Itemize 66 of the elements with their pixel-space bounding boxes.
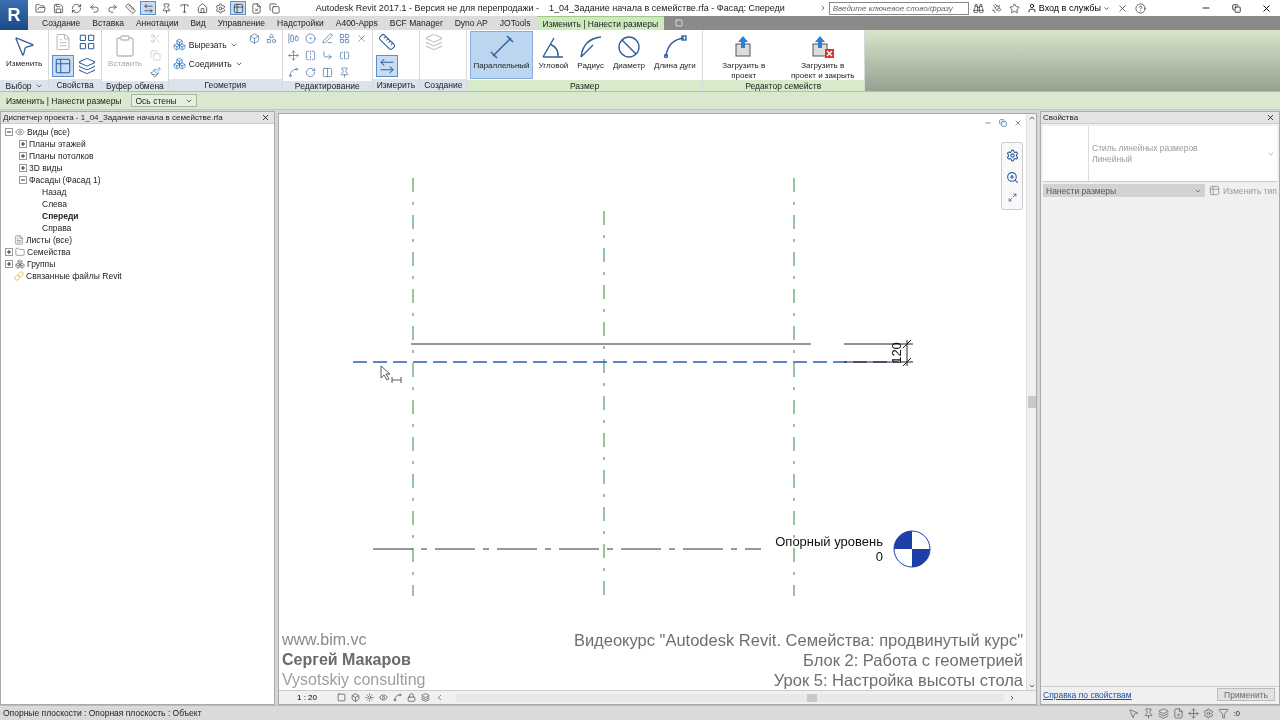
- level-elevation: 0: [875, 549, 883, 564]
- tree-item[interactable]: Спереди: [1, 210, 274, 222]
- ribbon-tab[interactable]: Управление: [211, 16, 272, 30]
- caption-text: Видеокурс "Autodesk Revit. Семейства: продвинутый курс": [573, 630, 1023, 650]
- ribbon-tab[interactable]: Dyno AP: [448, 16, 494, 30]
- type-family: Стиль линейных размеров: [1092, 142, 1199, 154]
- tree-item[interactable]: Планы этажей: [1, 138, 274, 150]
- tree-item[interactable]: Семейства: [1, 246, 274, 258]
- type-name: Линейный: [1092, 153, 1134, 165]
- help-link[interactable]: Справка по свойствам: [1043, 689, 1132, 700]
- window-title: Autodesk Revit 2017.1 - Версия не для перепродажи - 1_04_Задание начала в семействе.rfa - Фасад: Спереди: [314, 3, 786, 13]
- panel-label: Геометрия: [168, 79, 282, 91]
- ribbon-tab[interactable]: Аннотации: [129, 16, 185, 30]
- tree-item[interactable]: Планы потолков: [1, 150, 274, 162]
- tree-item[interactable]: 3D виды: [1, 162, 274, 174]
- tool-button[interactable]: Загрузить в проект: [705, 31, 782, 79]
- ribbon-tab[interactable]: Надстройки: [271, 16, 330, 30]
- tree-item[interactable]: Связанные файлы Revit: [1, 270, 274, 282]
- ribbon-tab[interactable]: Изменить | Нанести размеры: [536, 16, 664, 30]
- tool-button[interactable]: Радиус: [574, 31, 607, 79]
- caption-text: Блок 2: Работа с геометрией: [803, 650, 1023, 670]
- panel-label: Измерить: [372, 79, 420, 91]
- tool-button[interactable]: Вырезать: [171, 37, 244, 52]
- panel-label: Редактирование: [282, 81, 372, 91]
- caption-text: Урок 5: Настройка высоты стола: [773, 670, 1023, 690]
- panel-label: Редактор семейств: [702, 80, 864, 91]
- search-field[interactable]: Введите ключевое слово/фразу: [828, 1, 969, 15]
- tool-button[interactable]: Угловой: [535, 31, 572, 79]
- tree-item[interactable]: Назад: [1, 186, 274, 198]
- panel-label[interactable]: Выбор: [0, 80, 49, 91]
- panel-label: Размер: [467, 80, 702, 91]
- ribbon-tab[interactable]: A400-Apps: [329, 16, 384, 30]
- tool-button[interactable]: Диаметр: [609, 31, 649, 79]
- tree-item[interactable]: Слева: [1, 198, 274, 210]
- context-label: Изменить | Нанести размеры: [6, 95, 122, 106]
- ribbon-tab[interactable]: BCF Manager: [383, 16, 449, 30]
- tool-button[interactable]: Параллельный: [470, 31, 533, 79]
- caption-text: www.bim.vc: [282, 630, 368, 650]
- filter-count: :0: [1233, 708, 1240, 718]
- panel-title: Диспетчер проекта - 1_04_Задание начала в семействе.rfa: [3, 113, 223, 122]
- tool-button[interactable]: Изменить: [3, 31, 46, 79]
- caption-text: Vysotskiy consulting: [282, 670, 426, 690]
- tool-button[interactable]: Загрузить в проект и закрыть: [784, 31, 861, 79]
- tree-item[interactable]: Справа: [1, 222, 274, 234]
- caption-text: Сергей Макаров: [282, 650, 412, 670]
- panel-title: Свойства: [1043, 113, 1079, 122]
- ribbon-tab[interactable]: Вид: [184, 16, 212, 30]
- app-menu-button[interactable]: R: [0, 0, 28, 30]
- panel-label: Свойства: [49, 79, 102, 91]
- level-name: Опорный уровень: [775, 534, 883, 549]
- placement-dropdown[interactable]: Ось стены: [131, 94, 198, 107]
- tree-item[interactable]: Фасады (Фасад 1): [1, 174, 274, 186]
- ribbon-tab[interactable]: JOTools: [493, 16, 537, 30]
- panel-label: Создание: [420, 79, 467, 91]
- ribbon-tab[interactable]: Вставка: [86, 16, 130, 30]
- tree-item[interactable]: Виды (все): [1, 126, 274, 138]
- tool-button[interactable]: Длина дуги: [651, 31, 699, 79]
- ribbon-tab[interactable]: Создание: [36, 16, 87, 30]
- tool-button[interactable]: Соединить: [171, 56, 244, 71]
- dimension-value: 120: [889, 342, 904, 364]
- scale-button[interactable]: 1 : 20: [297, 693, 333, 702]
- status-text: Опорные плоскости : Опорная плоскость : Объект: [3, 708, 203, 718]
- sign-in-button[interactable]: Вход в службы: [1024, 3, 1112, 13]
- tree-item[interactable]: Листы (все): [1, 234, 274, 246]
- tree-item[interactable]: Группы: [1, 258, 274, 270]
- panel-label: Буфер обмена: [102, 81, 168, 91]
